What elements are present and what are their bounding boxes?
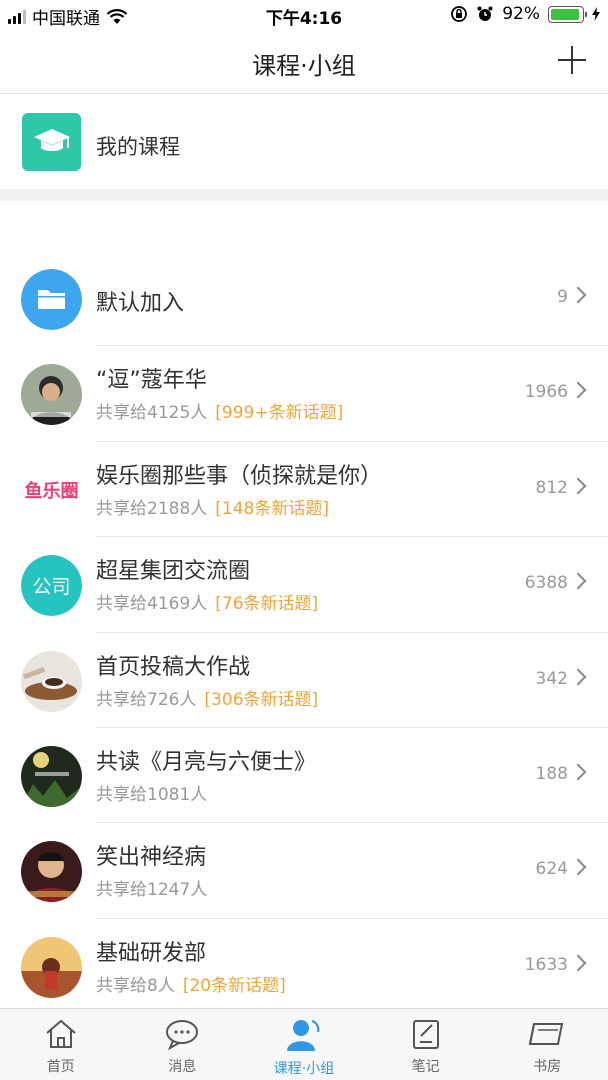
group-row[interactable]: 鱼乐圈 娱乐圈那些事（侦探就是你） 共享给2188人 [148条新话题] 812 <box>0 442 608 538</box>
person-icon <box>285 1009 323 1056</box>
group-title: 笑出神经病 <box>96 845 207 871</box>
rotation-lock-icon <box>451 6 468 22</box>
group-subtitle: 共享给2188人 [148条新话题] <box>96 494 329 519</box>
group-avatar: 公司 <box>21 555 82 617</box>
group-avatar <box>21 936 82 998</box>
chevron-right-icon <box>569 381 587 399</box>
tab-label: 消息 <box>168 1059 197 1075</box>
group-list: 默认加入 9 “逗”蔻年华共享给4125人 [999+条新话题] 1966 鱼乐圈 娱乐圈… <box>0 251 608 1015</box>
chevron-right-icon <box>569 477 587 495</box>
home-icon <box>44 1009 78 1054</box>
shared-count: 共享给1247人 <box>96 880 208 901</box>
group-title: 娱乐圈那些事（侦探就是你） <box>96 463 383 489</box>
shared-count: 共享给726人 <box>96 689 197 710</box>
group-avatar-text: 鱼乐圈 <box>24 481 79 503</box>
new-topics-badge: [148条新话题] <box>215 498 329 519</box>
group-subtitle: 共享给8人 [20条新话题] <box>96 971 286 996</box>
group-subtitle: 共享给4125人 [999+条新话题] <box>96 398 343 423</box>
status-bar: 中国联通 下午4:16 92% <box>0 0 608 32</box>
group-row[interactable]: “逗”蔻年华共享给4125人 [999+条新话题] 1966 <box>0 346 608 442</box>
group-row[interactable]: 默认加入 9 <box>0 251 608 347</box>
tab-home[interactable]: 首页 <box>0 1009 122 1080</box>
chevron-right-icon <box>569 763 587 781</box>
nav-bar: 课程·小组 <box>0 32 608 94</box>
member-count: 6388 <box>524 573 568 594</box>
member-count: 624 <box>535 859 568 880</box>
new-topics-badge: [306条新话题] <box>204 689 319 710</box>
new-topics-badge: [20条新话题] <box>182 975 286 996</box>
tab-bookshelf[interactable]: 书房 <box>486 1009 608 1080</box>
tab-label: 笔记 <box>411 1059 440 1075</box>
page-title: 课程·小组 <box>252 52 356 80</box>
group-title: “逗”蔻年华 <box>96 368 207 394</box>
group-title: 基础研发部 <box>96 940 207 966</box>
chevron-right-icon <box>569 668 587 686</box>
group-subtitle: 共享给4169人 [76条新话题] <box>96 589 318 614</box>
chevron-right-icon <box>569 858 587 876</box>
tab-bar: 首页 消息 课程·小组 笔记 书房 <box>0 1008 608 1080</box>
group-title: 共读《月亮与六便士》 <box>96 749 317 775</box>
member-count: 188 <box>535 763 568 784</box>
battery-icon <box>548 5 587 23</box>
shared-count: 共享给4169人 <box>96 594 208 615</box>
member-count: 9 <box>557 287 568 307</box>
group-title: 默认加入 <box>96 291 185 316</box>
status-right: 92% <box>450 4 600 24</box>
member-count: 1966 <box>524 382 568 403</box>
group-avatar-text: 公司 <box>32 576 71 599</box>
group-row[interactable]: 首页投稿大作战共享给726人 [306条新话题] 342 <box>0 633 608 728</box>
group-subtitle: 共享给1247人 <box>96 875 207 900</box>
shared-count: 共享给4125人 <box>96 403 208 424</box>
section-divider <box>0 189 608 201</box>
tab-label: 书房 <box>533 1059 562 1075</box>
group-title: 首页投稿大作战 <box>96 654 251 680</box>
graduation-cap-icon <box>22 113 81 171</box>
note-icon <box>410 1009 442 1054</box>
new-topics-badge: [76条新话题] <box>215 594 319 615</box>
shared-count: 共享给1081人 <box>96 784 208 805</box>
group-row[interactable]: 公司 超星集团交流圈共享给4169人 [76条新话题] 6388 <box>0 537 608 633</box>
group-avatar <box>21 841 82 903</box>
battery-percent: 92% <box>502 4 540 24</box>
group-avatar <box>21 364 82 426</box>
group-subtitle: 共享给726人 [306条新话题] <box>96 685 318 710</box>
new-topics-badge: [999+条新话题] <box>215 403 344 424</box>
shared-count: 共享给8人 <box>96 975 175 996</box>
group-avatar <box>21 650 82 712</box>
charging-icon <box>592 7 600 21</box>
group-row[interactable]: 基础研发部共享给8人 [20条新话题] 1633 <box>0 919 608 1015</box>
member-count: 342 <box>535 668 568 689</box>
bookshelf-icon <box>528 1009 566 1054</box>
message-icon <box>164 1009 200 1054</box>
add-button[interactable] <box>556 44 588 76</box>
chevron-right-icon <box>569 572 587 590</box>
chevron-right-icon <box>569 286 587 304</box>
group-row[interactable]: 共读《月亮与六便士》共享给1081人 188 <box>0 728 608 824</box>
tab-person[interactable]: 课程·小组 <box>243 1009 365 1080</box>
tab-note[interactable]: 笔记 <box>365 1009 487 1080</box>
group-title: 超星集团交流圈 <box>96 559 251 585</box>
alarm-icon <box>477 6 493 21</box>
folder-icon <box>21 269 82 330</box>
member-count: 1633 <box>524 954 568 975</box>
shared-count: 共享给2188人 <box>96 498 208 519</box>
group-avatar <box>21 745 82 807</box>
tab-label: 课程·小组 <box>273 1061 335 1077</box>
my-courses-label: 我的课程 <box>96 135 180 159</box>
tab-message[interactable]: 消息 <box>122 1009 244 1080</box>
group-avatar: 鱼乐圈 <box>21 459 82 521</box>
group-row[interactable]: 笑出神经病共享给1247人 624 <box>0 823 608 919</box>
tab-label: 首页 <box>46 1059 75 1075</box>
member-count: 812 <box>535 477 568 498</box>
my-courses-item[interactable]: 我的课程 <box>0 95 608 189</box>
group-subtitle: 共享给1081人 <box>96 780 207 805</box>
chevron-right-icon <box>569 954 587 972</box>
